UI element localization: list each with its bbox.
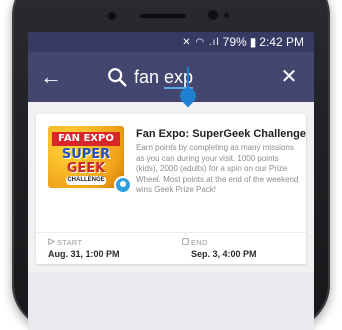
search-app-bar: ← fan exp ✕ — [28, 52, 314, 108]
search-result-card[interactable]: FAN EXPO SUPER GEEK CHALLENGE Fan Expo: … — [36, 114, 306, 264]
text-cursor — [187, 67, 189, 89]
phone-frame: ✕ ◠ .ıl 79% ▮ 2:42 PM ← fan exp ✕ FAN EX… — [12, 0, 330, 330]
search-input[interactable]: fan exp — [134, 66, 194, 89]
event-description: Earn points by completing as many missio… — [136, 143, 299, 194]
back-arrow-icon[interactable]: ← — [36, 62, 66, 92]
status-time: 2:42 PM — [259, 35, 304, 49]
clear-search-icon[interactable]: ✕ — [274, 62, 304, 92]
thumbnail-super-text: SUPER — [61, 147, 111, 162]
front-camera — [208, 10, 218, 20]
divider — [36, 232, 306, 233]
proximity-sensor — [224, 13, 229, 18]
event-title: Fan Expo: SuperGeek Challenge — [136, 128, 306, 140]
end-value: Sep. 3, 4:00 PM — [191, 249, 257, 259]
location-pin-icon — [114, 176, 132, 194]
search-query-text: fan — [134, 67, 165, 87]
start-value: Aug. 31, 1:00 PM — [48, 249, 120, 259]
battery-icon: ▮ — [249, 35, 257, 49]
end-label: END — [191, 238, 208, 247]
screen: ✕ ◠ .ıl 79% ▮ 2:42 PM ← fan exp ✕ FAN EX… — [28, 32, 314, 330]
play-icon — [48, 238, 55, 245]
status-icons: ✕ ◠ .ıl — [182, 36, 220, 48]
status-bar: ✕ ◠ .ıl 79% ▮ 2:42 PM — [28, 32, 314, 52]
battery-percent: 79% — [222, 35, 247, 49]
event-thumbnail: FAN EXPO SUPER GEEK CHALLENGE — [48, 126, 124, 188]
thumbnail-logo-text: FAN EXPO — [52, 132, 120, 146]
stop-icon — [182, 238, 189, 245]
empty-results-area — [28, 272, 314, 330]
front-sensor — [108, 12, 116, 20]
earpiece-speaker — [140, 14, 186, 18]
search-icon — [108, 68, 127, 87]
thumbnail-geek-text: GEEK — [66, 161, 106, 176]
thumbnail-challenge-text: CHALLENGE — [66, 176, 106, 185]
start-label: START — [57, 238, 83, 247]
